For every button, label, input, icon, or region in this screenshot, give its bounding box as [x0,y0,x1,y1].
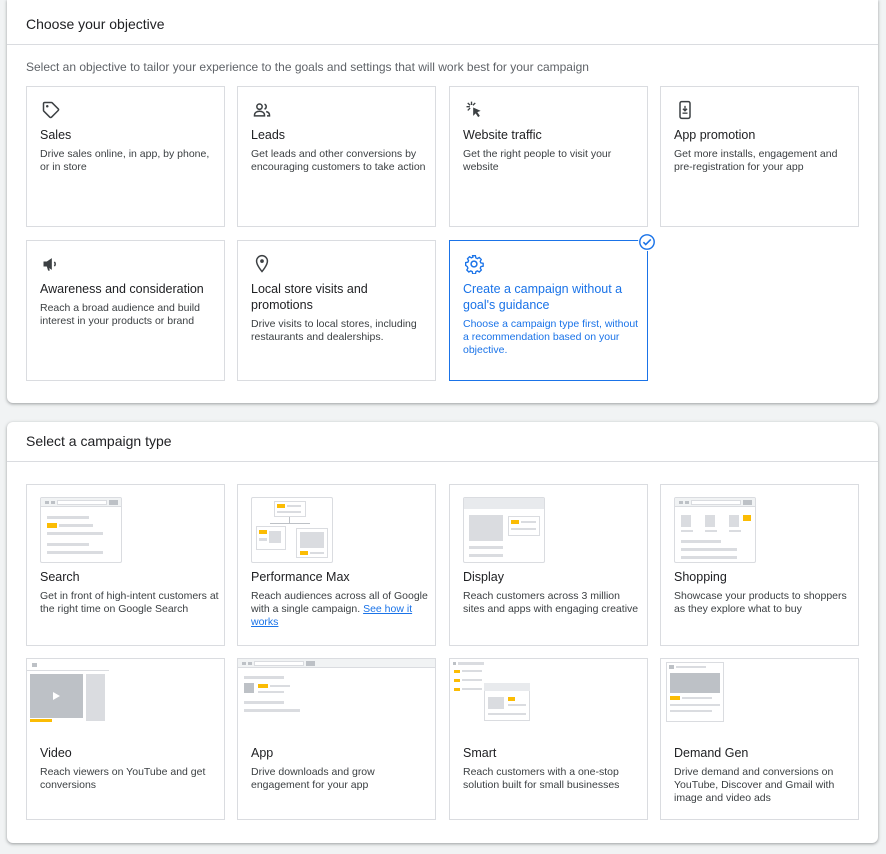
campaign-type-desc: Drive downloads and grow engagement for … [251,766,375,791]
campaign-type-card-performance-max[interactable]: Performance Max Reach audiences across a… [237,484,436,646]
campaign-type-card-shopping[interactable]: Shopping Showcase your products to shopp… [660,484,859,646]
objective-card-desc: Get the right people to visit your websi… [463,148,612,173]
objective-panel: Choose your objective Select an objectiv… [7,0,878,403]
campaign-type-desc: Showcase your products to shoppers as th… [674,590,847,615]
campaign-type-desc: Reach audiences across all of Google wit… [251,590,431,629]
campaign-type-desc: Reach viewers on YouTube and get convers… [40,766,206,791]
campaign-type-desc: Drive demand and conversions on YouTube,… [674,766,835,804]
objective-card-desc: Choose a campaign type first, without a … [463,318,639,356]
play-icon [53,692,60,700]
objective-card-desc: Get more installs, engagement and pre-re… [674,148,838,173]
gear-icon [465,255,484,274]
campaign-type-title: Performance Max [251,570,350,584]
objective-card-title: Awareness and consideration [40,282,204,296]
objective-card-sales[interactable]: Sales Drive sales online, in app, by pho… [26,86,225,227]
campaign-type-title: Display [463,570,504,584]
campaign-type-card-smart[interactable]: Smart Reach customers with a one-stop so… [449,658,648,820]
phone-download-icon [679,100,691,120]
campaign-type-card-demand-gen[interactable]: Demand Gen Drive demand and conversions … [660,658,859,820]
campaign-type-desc: Get in front of high-intent customers at… [40,590,219,615]
campaign-type-card-search[interactable]: Search Get in front of high-intent custo… [26,484,225,646]
campaign-type-title: Demand Gen [674,746,749,760]
objective-card-desc: Drive visits to local stores, including … [251,318,417,343]
objective-card-leads[interactable]: Leads Get leads and other conversions by… [237,86,436,227]
campaign-type-title: Search [40,570,80,584]
campaign-type-card-display[interactable]: Display Reach customers across 3 million… [449,484,648,646]
objective-card-website-traffic[interactable]: Website traffic Get the right people to … [449,86,648,227]
display-illustration [463,497,545,563]
campaign-type-title: Shopping [674,570,727,584]
objective-card-title: Create a campaign without a goal's guida… [463,282,623,312]
performance-max-illustration [251,497,333,563]
campaign-type-panel: Select a campaign type Search Get in fro… [7,422,878,843]
objective-subtitle: Select an objective to tailor your exper… [26,60,589,74]
check-circle-icon [638,233,656,251]
objective-card-title: Leads [251,128,286,142]
megaphone-icon [43,258,56,271]
campaign-type-title: Smart [463,746,497,760]
people-icon [253,103,271,117]
campaign-type-card-video[interactable]: Video Reach viewers on YouTube and get c… [26,658,225,820]
campaign-type-panel-title: Select a campaign type [26,433,172,449]
campaign-type-title: Video [40,746,72,760]
objective-card-title: Website traffic [463,128,542,142]
objective-card-awareness[interactable]: Awareness and consideration Reach a broa… [26,240,225,381]
campaign-type-title: App [251,746,274,760]
search-illustration [40,497,122,563]
objective-card-local-store[interactable]: Local store visits and promotions Drive … [237,240,436,381]
objective-card-title: Local store visits and promotions [251,282,368,312]
divider [7,461,878,462]
location-pin-icon [255,254,269,273]
shopping-illustration [674,497,756,563]
tag-icon [42,101,60,119]
objective-card-desc: Drive sales online, in app, by phone, or… [40,148,210,173]
objective-card-desc: Get leads and other conversions by encou… [251,148,426,173]
campaign-type-card-app[interactable]: App Drive downloads and grow engagement … [237,658,436,820]
divider [7,44,878,45]
objective-card-app-promotion[interactable]: App promotion Get more installs, engagem… [660,86,859,227]
objective-card-title: Sales [40,128,72,142]
campaign-type-desc: Reach customers across 3 million sites a… [463,590,639,615]
objective-card-title: App promotion [674,128,756,142]
objective-panel-title: Choose your objective [26,16,165,32]
objective-card-no-goal[interactable]: Create a campaign without a goal's guida… [449,233,656,381]
cursor-click-icon [466,101,481,118]
objective-card-desc: Reach a broad audience and build interes… [40,302,200,327]
campaign-type-desc: Reach customers with a one-stop solution… [463,766,620,791]
